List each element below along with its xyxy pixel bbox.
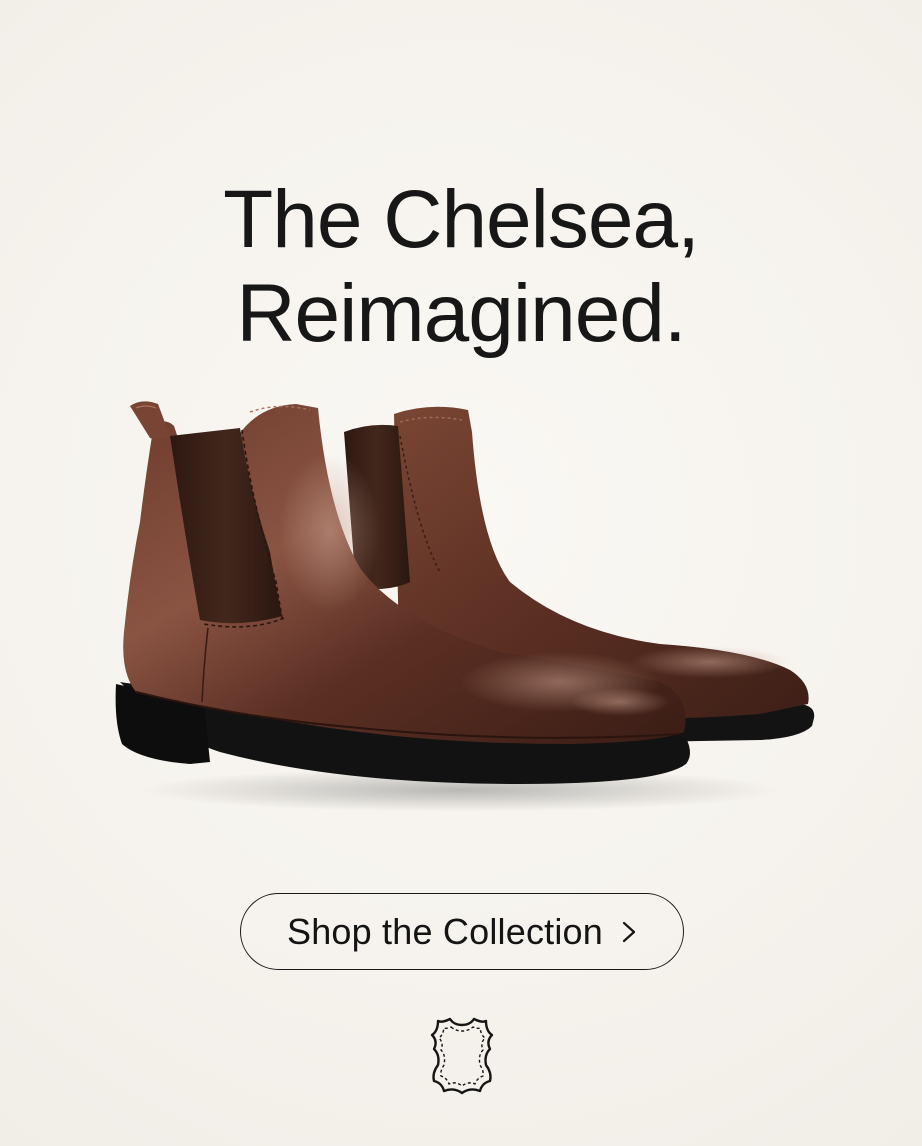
- product-image: [100, 392, 830, 822]
- headline-line-2: Reimagined.: [236, 267, 686, 359]
- headline-line-1: The Chelsea,: [223, 173, 700, 265]
- shop-collection-button[interactable]: Shop the Collection: [240, 893, 684, 970]
- shop-collection-label: Shop the Collection: [286, 910, 603, 952]
- product-promo-page: The Chelsea, Reimagined. Shop the Collec…: [0, 0, 922, 1146]
- hero-headline: The Chelsea, Reimagined.: [0, 173, 922, 361]
- chevron-right-icon: [622, 921, 636, 942]
- leather-hide-icon: [420, 1013, 504, 1097]
